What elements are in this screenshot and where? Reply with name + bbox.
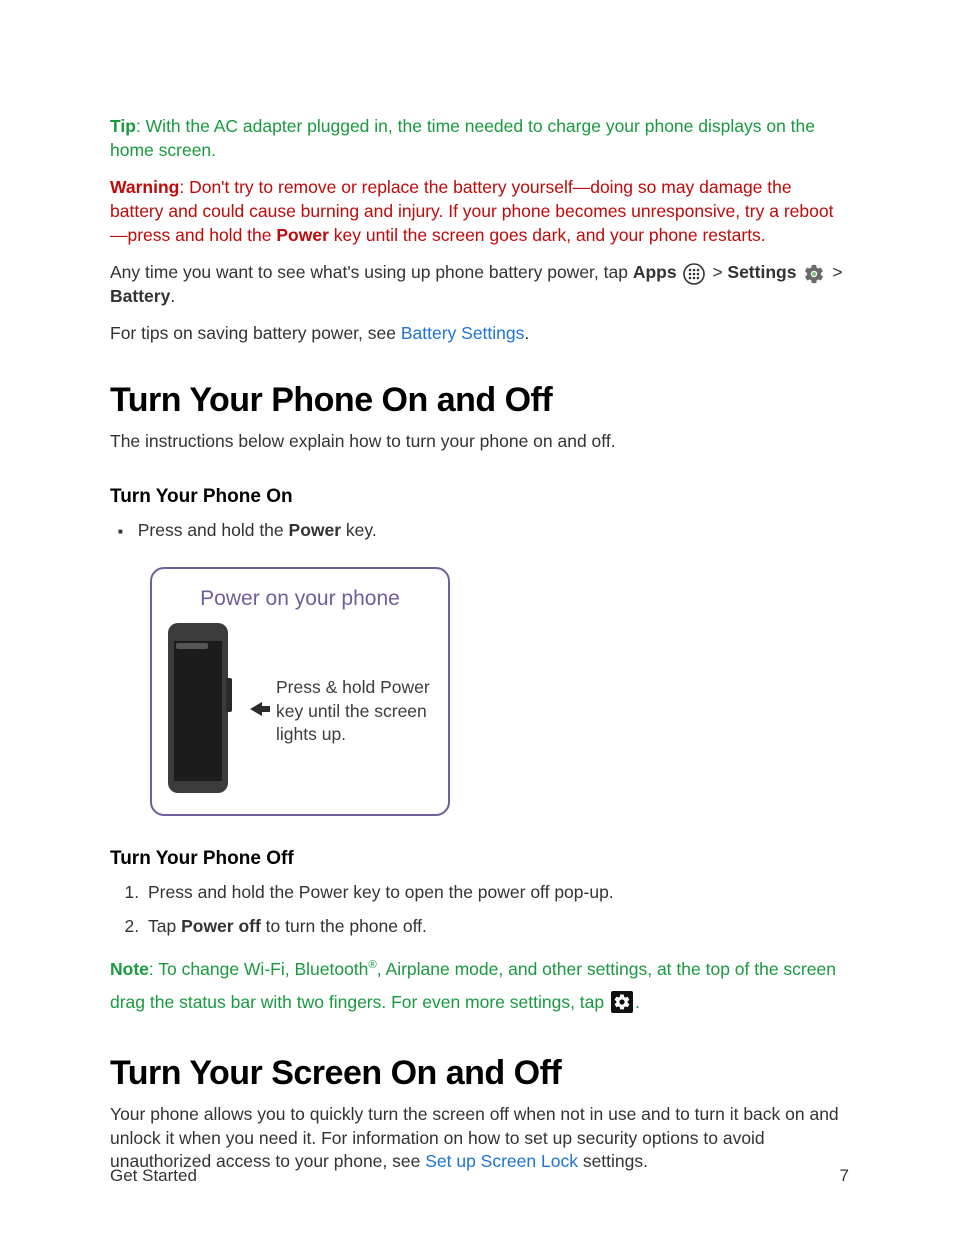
footer-page-number: 7 [840, 1165, 849, 1188]
heading-turn-screen-on-off: Turn Your Screen On and Off [110, 1051, 849, 1097]
list-item: Tap Power off to turn the phone off. [144, 915, 849, 939]
step1-text: Press and hold the Power key to open the… [148, 882, 614, 902]
heading-turn-phone-on-off: Turn Your Phone On and Off [110, 378, 849, 424]
step2-post: to turn the phone off. [261, 916, 427, 936]
battery-path-paragraph: Any time you want to see what's using up… [110, 261, 849, 308]
battery-path-pre: Any time you want to see what's using up… [110, 262, 633, 282]
settings-gear-icon [803, 263, 825, 285]
h1a-subtext: The instructions below explain how to tu… [110, 430, 849, 454]
note-paragraph: Note: To change Wi-Fi, Bluetooth®, Airpl… [110, 953, 849, 1020]
registered-mark: ® [368, 959, 376, 971]
gt-1: > [707, 262, 727, 282]
warning-text-2: key until the screen goes dark, and your… [329, 225, 766, 245]
tips-pre: For tips on saving battery power, see [110, 323, 401, 343]
step2-bold: Power off [181, 916, 261, 936]
settings-label: Settings [727, 262, 796, 282]
list-item: Press and hold the Power key to open the… [144, 881, 849, 905]
tips-post: . [524, 323, 529, 343]
tip-text: : With the AC adapter plugged in, the ti… [110, 116, 815, 160]
arrow-left-icon [250, 700, 270, 724]
battery-settings-link[interactable]: Battery Settings [401, 323, 525, 343]
step2-pre: Tap [148, 916, 181, 936]
turn-on-list: Press and hold the Power key. [110, 519, 849, 543]
battery-period: . [170, 286, 175, 306]
battery-label: Battery [110, 286, 170, 306]
note-post: . [635, 992, 640, 1012]
turn-off-steps: Press and hold the Power key to open the… [110, 881, 849, 938]
bullet-power: Power [289, 520, 342, 540]
apps-grid-icon [683, 263, 705, 285]
bullet-pre: Press and hold the [138, 520, 289, 540]
bullet-post: key. [341, 520, 377, 540]
power-on-figure: Power on your phone Press & hold Power k… [150, 567, 450, 816]
note-label: Note [110, 959, 149, 979]
battery-tips-line: For tips on saving battery power, see Ba… [110, 322, 849, 346]
footer-section: Get Started [110, 1165, 197, 1188]
apps-label: Apps [633, 262, 677, 282]
gt-2: > [827, 262, 842, 282]
tip-paragraph: Tip: With the AC adapter plugged in, the… [110, 115, 849, 162]
list-item: Press and hold the Power key. [136, 519, 849, 543]
heading-turn-phone-off: Turn Your Phone Off [110, 846, 849, 872]
figure-caption-text: Press & hold Power key until the screen … [276, 676, 432, 747]
warning-label: Warning [110, 177, 179, 197]
h1b-subtext: Your phone allows you to quickly turn th… [110, 1103, 849, 1174]
note-text-1: : To change Wi-Fi, Bluetooth [149, 959, 369, 979]
figure-caption-wrap: Press & hold Power key until the screen … [250, 676, 432, 747]
page-footer: Get Started 7 [110, 1165, 849, 1188]
tip-label: Tip [110, 116, 136, 136]
figure-title: Power on your phone [168, 585, 432, 613]
heading-turn-phone-on: Turn Your Phone On [110, 484, 849, 510]
phone-illustration [168, 623, 238, 800]
warning-paragraph: Warning: Don't try to remove or replace … [110, 176, 849, 247]
settings-square-icon [611, 991, 633, 1013]
warning-power-word: Power [276, 225, 329, 245]
